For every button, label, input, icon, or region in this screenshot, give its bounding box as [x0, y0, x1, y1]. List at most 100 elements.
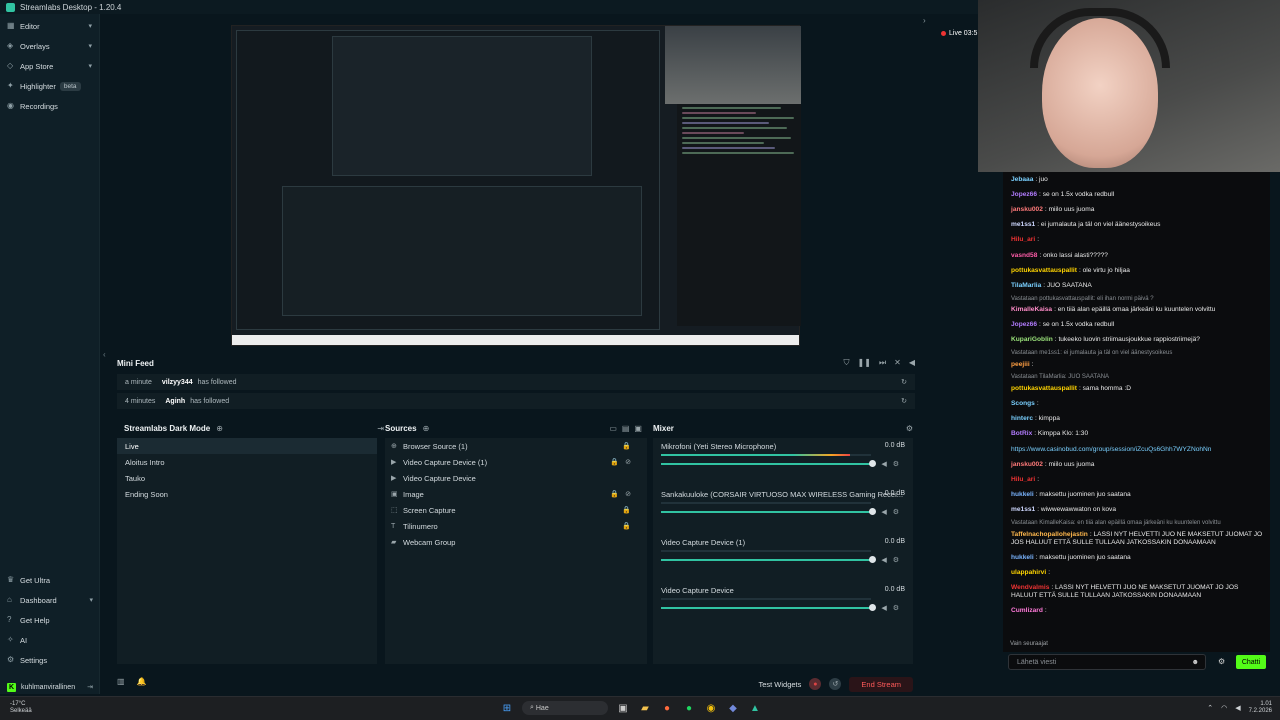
chat-username[interactable]: jansku002	[1011, 461, 1043, 468]
slider-knob[interactable]	[869, 460, 876, 467]
chat-username[interactable]: pottukasvattauspallit	[1011, 385, 1077, 392]
lock-visibility-icons[interactable]: 🔒⊘	[610, 458, 637, 466]
volume-slider[interactable]	[661, 460, 876, 467]
source-item[interactable]: ▶ Video Capture Device (1) 🔒⊘	[385, 454, 647, 470]
chat-username[interactable]: pottukasvattauspallit	[1011, 267, 1077, 274]
chat-username[interactable]: jansku002	[1011, 206, 1043, 213]
chat-username[interactable]: Hilu_ari	[1011, 236, 1035, 243]
chevron-right-icon[interactable]: ›	[923, 16, 926, 25]
spotify-icon[interactable]: ●	[682, 701, 696, 715]
chat-username[interactable]: peejiii	[1011, 361, 1030, 368]
source-tools-icon[interactable]: ▭▤▣	[609, 424, 647, 433]
source-item[interactable]: ▣ Image 🔒⊘	[385, 486, 647, 502]
sidebar-item-ai[interactable]: ✧ AI	[0, 630, 100, 650]
file-explorer-icon[interactable]: ▰	[638, 701, 652, 715]
lock-visibility-icons[interactable]: 🔒⊘	[610, 490, 637, 498]
mute-settings-icons[interactable]: ◀⚙	[881, 556, 905, 564]
task-view-icon[interactable]: ▣	[616, 701, 630, 715]
source-item[interactable]: ⬚ Screen Capture 🔒	[385, 502, 647, 518]
sidebar-item-recordings[interactable]: ◉ Recordings	[0, 96, 99, 116]
chat-username[interactable]: hukkeli	[1011, 554, 1034, 561]
chat-username[interactable]: Cumlizard	[1011, 607, 1043, 614]
lock-icon[interactable]: 🔒	[622, 522, 637, 530]
chat-username[interactable]: Scongs	[1011, 400, 1035, 407]
chat-username[interactable]: hinterc	[1011, 415, 1033, 422]
scene-item[interactable]: Aloitus Intro	[117, 454, 377, 470]
wifi-icon[interactable]: ◠	[1221, 704, 1227, 712]
sidebar-item-get-ultra[interactable]: ♛ Get Ultra	[0, 570, 100, 590]
volume-tray-icon[interactable]: ◀	[1235, 704, 1240, 712]
chat-settings-icon[interactable]: ⚙	[1218, 657, 1225, 666]
chat-username[interactable]: me1ss1	[1011, 221, 1035, 228]
chat-input[interactable]: Lähetä viesti ☻	[1008, 654, 1206, 670]
clock[interactable]: 1.01 7.2.2026	[1249, 701, 1272, 715]
repeat-icon[interactable]: ↻	[901, 378, 907, 386]
gear-icon[interactable]: ⚙	[906, 424, 913, 433]
weather-widget[interactable]: -17°C Selkeää	[10, 701, 32, 715]
chevron-left-icon[interactable]: ‹	[103, 350, 106, 359]
sidebar-item-app-store[interactable]: ◇ App Store ▾	[0, 56, 99, 76]
end-stream-button[interactable]: End Stream	[849, 676, 913, 692]
mute-settings-icons[interactable]: ◀⚙	[881, 604, 905, 612]
chat-username[interactable]: Jopez66	[1011, 321, 1037, 328]
repeat-icon[interactable]: ↻	[901, 397, 907, 405]
browser-icon[interactable]: ●	[660, 701, 674, 715]
add-scene-icon[interactable]: ⊕	[216, 424, 223, 433]
chat-username[interactable]: BotRix	[1011, 430, 1032, 437]
record-button[interactable]: ●	[809, 678, 822, 690]
replay-button[interactable]: ↺	[829, 678, 842, 690]
scene-item[interactable]: Ending Soon	[117, 486, 377, 502]
scene-item[interactable]: Tauko	[117, 470, 377, 486]
tray-chevron-icon[interactable]: ⌃	[1207, 704, 1213, 712]
add-source-icon[interactable]: ⊕	[423, 424, 430, 433]
source-item[interactable]: ▰ Webcam Group	[385, 534, 647, 550]
chat-username[interactable]: vasnd58	[1011, 252, 1037, 259]
scene-transitions-icon[interactable]: ⇥	[377, 424, 384, 433]
pause-icon[interactable]: ❚❚	[858, 358, 871, 368]
test-widgets-button[interactable]: Test Widgets	[758, 680, 801, 689]
chat-username[interactable]: Taffelnachopallohejastin	[1011, 531, 1088, 538]
chrome-icon[interactable]: ◉	[704, 701, 718, 715]
taskbar-search[interactable]: ⌕ Hae	[522, 701, 608, 715]
lock-icon[interactable]: 🔒	[622, 442, 637, 450]
volume-slider[interactable]	[661, 508, 876, 515]
chat-username[interactable]: Jopez66	[1011, 191, 1037, 198]
chat-username[interactable]: Wendvalmis	[1011, 584, 1049, 591]
user-account[interactable]: K kuhlmanvirallinen ⇥	[0, 680, 100, 694]
sidebar-item-editor[interactable]: ▦ Editor ▾	[0, 16, 99, 36]
slider-knob[interactable]	[869, 604, 876, 611]
chat-username[interactable]: hukkeli	[1011, 491, 1034, 498]
lock-icon[interactable]: 🔒	[622, 506, 637, 514]
chat-username[interactable]: KimalleKaisa	[1011, 306, 1052, 313]
mute-settings-icons[interactable]: ◀⚙	[881, 508, 905, 516]
chat-username[interactable]: ulappahirvi	[1011, 569, 1046, 576]
chat-username[interactable]: KupariGoblin	[1011, 336, 1053, 343]
chat-username[interactable]: Jebaaa	[1011, 176, 1033, 183]
mute-settings-icons[interactable]: ◀⚙	[881, 460, 905, 468]
sidebar-item-dashboard[interactable]: ⌂ Dashboard ▾	[0, 590, 100, 610]
filter-icon[interactable]: ⛉	[844, 358, 850, 368]
source-item[interactable]: ⊕ Browser Source (1) 🔒	[385, 438, 647, 454]
skip-icon[interactable]: ⏭	[879, 358, 886, 368]
logout-icon[interactable]: ⇥	[87, 683, 93, 691]
mute-alert-icon[interactable]: ✕	[894, 358, 901, 368]
discord-icon[interactable]: ◆	[726, 701, 740, 715]
sidebar-item-overlays[interactable]: ◈ Overlays ▾	[0, 36, 99, 56]
volume-slider[interactable]	[661, 604, 876, 611]
source-item[interactable]: ▶ Video Capture Device	[385, 470, 647, 486]
stream-preview[interactable]	[231, 25, 801, 346]
source-item[interactable]: T Tilinumero 🔒	[385, 518, 647, 534]
streamlabs-taskbar-icon[interactable]: ▲	[748, 701, 762, 715]
windows-start-icon[interactable]: ⊞	[500, 701, 514, 715]
sidebar-item-get-help[interactable]: ? Get Help	[0, 610, 100, 630]
sidebar-item-settings[interactable]: ⚙ Settings	[0, 650, 100, 670]
volume-icon[interactable]: ◀	[909, 358, 915, 368]
chat-send-button[interactable]: Chatti	[1236, 655, 1266, 669]
slider-knob[interactable]	[869, 556, 876, 563]
volume-slider[interactable]	[661, 556, 876, 563]
slider-knob[interactable]	[869, 508, 876, 515]
chat-username[interactable]: me1ss1	[1011, 506, 1035, 513]
sidebar-item-highlighter[interactable]: ✦ Highlighter beta	[0, 76, 99, 96]
scene-item[interactable]: Live	[117, 438, 377, 454]
emoji-icon[interactable]: ☻	[1192, 659, 1199, 666]
